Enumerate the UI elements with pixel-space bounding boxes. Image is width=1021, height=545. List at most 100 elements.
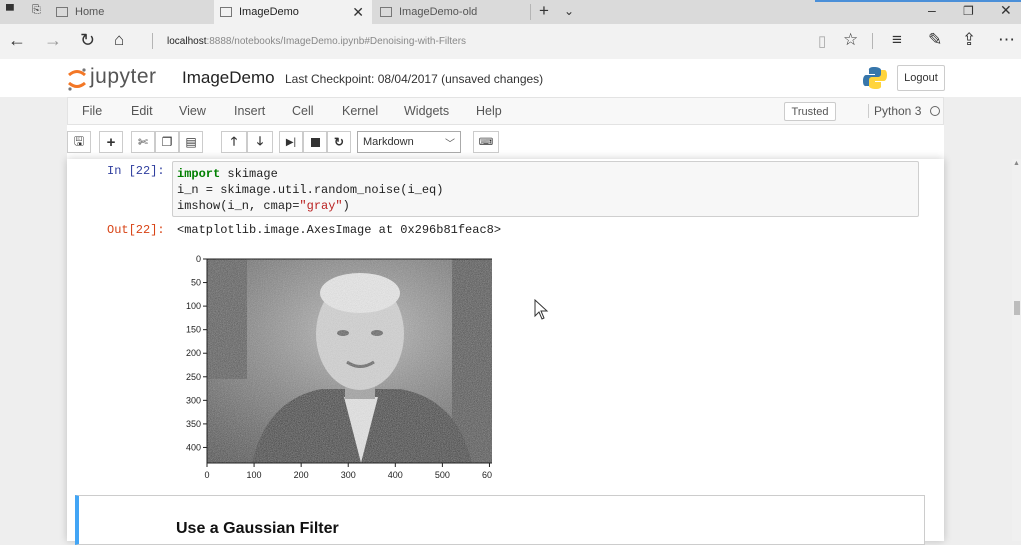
paste-icon: ▤ [185,135,197,149]
minimize-icon[interactable]: – [928,2,936,18]
back-icon[interactable]: ← [8,30,26,51]
y-tick-label: 250 [186,372,201,382]
jupyter-logo-icon [68,68,86,91]
share-icon[interactable]: ⇪ [962,30,976,50]
tab-divider [530,4,531,20]
copy-button[interactable]: ❐ [155,131,179,153]
keyboard-icon: ⌨ [478,136,494,148]
scroll-up-icon[interactable]: ▲ [1013,160,1020,167]
address-divider [152,33,153,49]
url-path: :8888/notebooks/ImageDemo.ipynb#Denoisin… [206,36,467,47]
code-cell-input[interactable]: import skimage i_n = skimage.util.random_… [172,161,919,217]
page-scrollbar[interactable]: ▲ [1012,159,1021,541]
x-tick-label: 100 [247,470,262,480]
reading-view-icon[interactable]: ▯ [818,32,826,50]
code-line: import skimage [177,166,918,182]
x-tick-label: 600 [482,470,492,480]
y-tick-label: 300 [186,395,201,405]
output-prompt: Out[22]: [107,223,165,237]
code-text: ) [342,199,350,213]
logo-text: jupyter [90,65,157,88]
insert-cell-button[interactable]: + [99,131,123,153]
copy-icon: ❐ [161,135,173,149]
python-logo-icon [863,67,887,89]
jupyter-header: jupyter ImageDemo Last Checkpoint: 08/04… [0,59,1021,97]
code-string: "gray" [299,199,343,213]
jupyter-logo[interactable]: jupyter [66,64,166,92]
tab-imagedemo[interactable]: ImageDemo ✕ [214,0,372,24]
tab-imagedemo-old[interactable]: ImageDemo-old [374,0,530,24]
trusted-badge[interactable]: Trusted [784,102,836,121]
address-bar: ← → ↻ ⌂ localhost:8888/notebooks/ImageDe… [0,24,1021,59]
pen-icon[interactable]: ✎ [928,30,942,50]
window-drag-area [815,0,1021,2]
menu-view[interactable]: View [179,104,206,118]
notebook-area[interactable]: In [22]: import skimage i_n = skimage.uti… [0,159,1012,545]
tab-preview-icon[interactable]: ⎘ [32,4,41,17]
x-tick-label: 0 [204,470,209,480]
toolbar-divider [872,33,873,49]
menu-file[interactable]: File [82,104,102,118]
y-tick-label: 100 [186,301,201,311]
scrollbar-thumb[interactable] [1014,301,1020,315]
refresh-icon[interactable]: ↻ [80,30,95,51]
forward-icon[interactable]: → [44,30,62,51]
command-palette-button[interactable]: ⌨ [473,131,499,153]
input-prompt: In [22]: [107,164,165,178]
move-up-button[interactable]: 🡑 [221,131,247,153]
chevron-down-icon[interactable]: ⌄ [564,4,574,18]
chevron-down-icon: ﹀ [445,139,455,150]
code-text: skimage [220,167,278,181]
page-icon [56,7,68,17]
arrow-down-icon: 🡓 [256,133,264,148]
url-field[interactable]: localhost:8888/notebooks/ImageDemo.ipynb… [167,36,466,47]
hub-icon[interactable]: ≡ [892,30,902,50]
close-window-icon[interactable]: ✕ [1000,2,1012,19]
y-tick-label: 50 [191,278,201,288]
imshow-plot: 0 100 200 300 400 500 600 0 50 100 150 200 250 300 35… [186,254,492,480]
home-icon[interactable]: ⌂ [114,30,124,50]
y-axis: 0 50 100 150 200 250 300 350 400 [186,254,207,452]
code-line: i_n = skimage.util.random_noise(i_eq) [177,183,444,197]
tab-home[interactable]: Home [50,0,214,24]
arrow-up-icon: 🡑 [230,133,238,148]
restart-button[interactable]: ↻ [327,131,351,153]
cell-type-value: Markdown [363,136,414,148]
menu-widgets[interactable]: Widgets [404,104,449,118]
interrupt-button[interactable] [303,131,327,153]
code-keyword: import [177,167,221,181]
page-icon [380,7,392,17]
logout-button[interactable]: Logout [897,65,945,91]
close-tab-icon[interactable]: ✕ [352,4,364,21]
x-tick-label: 500 [435,470,450,480]
checkpoint-status: Last Checkpoint: 08/04/2017 (unsaved cha… [285,72,544,86]
new-tab-icon[interactable]: + [539,1,549,21]
more-icon[interactable]: ⋯ [998,30,1015,50]
menu-help[interactable]: Help [476,104,502,118]
markdown-cell[interactable]: Use a Gaussian Filter [75,495,925,545]
run-button[interactable]: ▶| [279,131,303,153]
favorite-star-icon[interactable]: ☆ [843,30,858,50]
stop-icon [310,137,320,147]
restart-icon: ↻ [333,135,345,149]
menu-cell[interactable]: Cell [292,104,314,118]
menu-kernel[interactable]: Kernel [342,104,378,118]
move-down-button[interactable]: 🡓 [247,131,273,153]
code-line: imshow(i_n, cmap="gray") [177,198,918,214]
window-menu-icon[interactable]: ▀ [6,5,14,17]
tab-label: Home [75,6,105,18]
notebook-name[interactable]: ImageDemo [182,68,275,88]
notebook-toolbar: 🖫 + ✄ ❐ ▤ 🡑 🡓 ▶| ↻ Markdown ﹀ ⌨ [67,125,944,159]
x-axis: 0 100 200 300 400 500 600 [204,463,492,480]
menu-insert[interactable]: Insert [234,104,265,118]
paste-button[interactable]: ▤ [179,131,203,153]
cut-button[interactable]: ✄ [131,131,155,153]
save-button[interactable]: 🖫 [67,131,91,153]
step-forward-icon: ▶| [285,136,297,148]
cell-type-select[interactable]: Markdown ﹀ [357,131,461,153]
restore-icon[interactable]: ❐ [963,4,974,18]
x-tick-label: 200 [294,470,309,480]
kernel-name[interactable]: Python 3 [868,104,921,118]
tab-label: ImageDemo-old [399,6,478,18]
menu-edit[interactable]: Edit [131,104,153,118]
